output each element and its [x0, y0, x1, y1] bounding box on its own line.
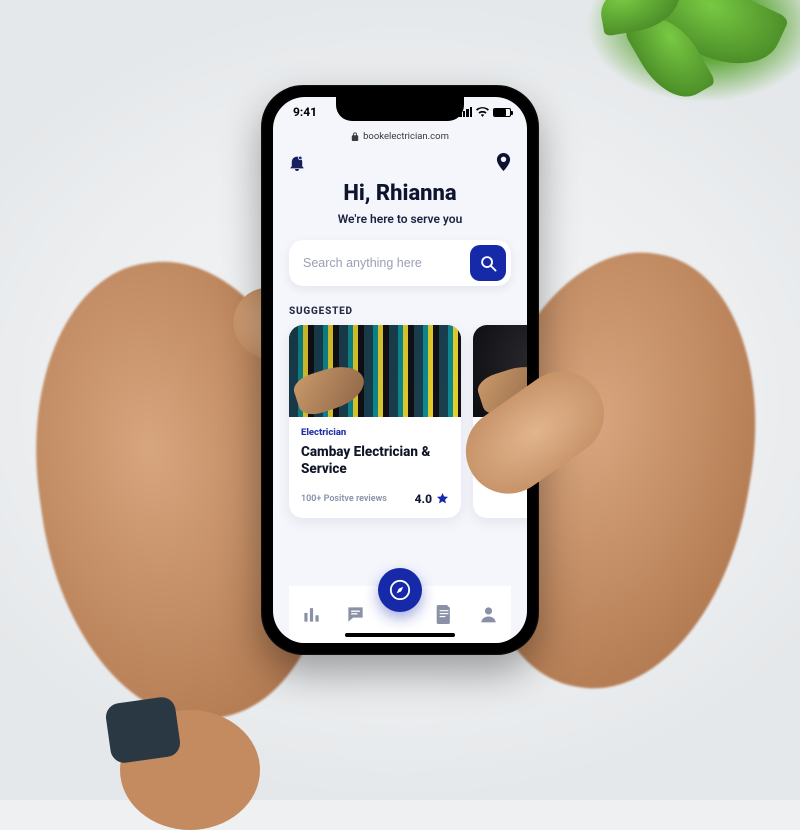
card-title: Cambay Electrician & Service: [301, 444, 449, 478]
card-reviews: 100+ Positve reviews: [301, 494, 387, 504]
nav-chat[interactable]: [341, 605, 371, 624]
browser-url-text: bookelectrician.com: [363, 131, 449, 142]
location-pin-icon[interactable]: [496, 153, 511, 171]
home-indicator: [345, 633, 455, 637]
document-icon: [435, 605, 453, 624]
card-category: Electrician: [301, 427, 449, 438]
lock-icon: [351, 132, 359, 141]
greeting-subtitle: We're here to serve you: [289, 212, 511, 226]
star-icon: [436, 492, 449, 505]
nav-profile[interactable]: [474, 605, 504, 624]
chat-icon: [346, 605, 365, 624]
bar-chart-icon: [302, 605, 321, 624]
service-card[interactable]: Electrician Cambay Electrician & Service…: [289, 325, 461, 518]
smartwatch: [104, 695, 182, 764]
phone-notch: [336, 97, 464, 121]
compass-icon: [389, 579, 411, 601]
phone-screen: 9:41 bookelectrician.com: [273, 97, 527, 643]
status-time: 9:41: [293, 105, 317, 119]
nav-stats[interactable]: [296, 605, 326, 624]
nav-news[interactable]: [429, 605, 459, 624]
greeting-title: Hi, Rhianna: [289, 181, 511, 206]
card-image: [289, 325, 461, 417]
bottom-nav: [289, 585, 511, 643]
search-input[interactable]: [303, 256, 470, 270]
search-icon: [480, 255, 497, 272]
search-box[interactable]: [289, 240, 511, 286]
person-icon: [479, 605, 498, 624]
nav-explore-fab[interactable]: [378, 568, 422, 612]
battery-icon: [493, 108, 511, 117]
suggested-heading: SUGGESTED: [289, 306, 511, 317]
card-rating: 4.0: [415, 492, 449, 506]
notifications-icon[interactable]: [289, 154, 305, 171]
browser-url-bar[interactable]: bookelectrician.com: [273, 127, 527, 145]
phone-frame: 9:41 bookelectrician.com: [261, 85, 539, 655]
wifi-icon: [476, 107, 489, 117]
search-button[interactable]: [470, 245, 506, 281]
